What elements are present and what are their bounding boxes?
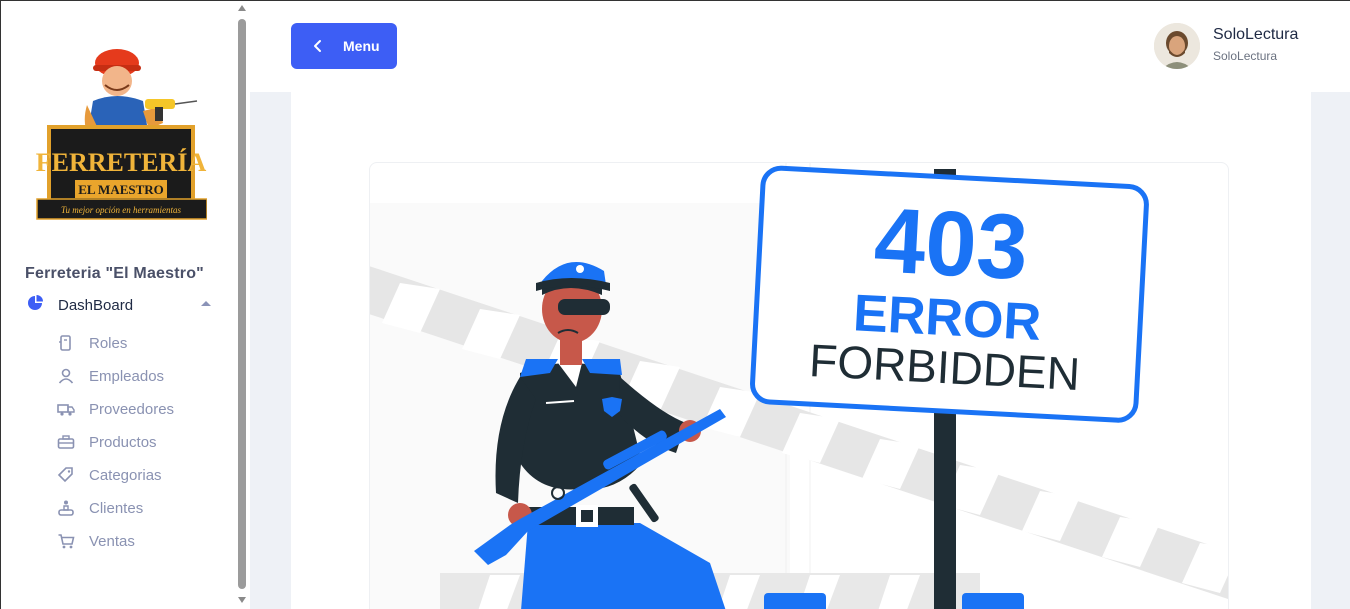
sidebar-item-label: Clientes (89, 500, 144, 517)
error-code: 403 (872, 189, 1031, 299)
top-header: Menu SoloLectura SoloLectura (250, 1, 1350, 92)
sidebar-item-roles[interactable]: Roles (57, 331, 217, 355)
sidebar-item-label: Categorias (89, 467, 162, 484)
sidebar-item-ventas[interactable]: Ventas (57, 529, 217, 553)
logo-line1: FERRETERÍA (36, 148, 207, 177)
sidebar-item-label: Proveedores (89, 401, 175, 418)
scroll-thumb[interactable] (238, 19, 246, 589)
sidebar: FERRETERÍA EL MAESTRO Tu mejor opción en… (1, 1, 250, 609)
id-card-icon (59, 335, 71, 351)
avatar[interactable] (1154, 23, 1200, 69)
pie-chart-icon (28, 295, 43, 310)
sidebar-item-label: Productos (89, 434, 157, 451)
scroll-up-arrow-icon[interactable] (238, 5, 246, 11)
menu-button-label: Menu (343, 38, 380, 54)
sidebar-item-categorias[interactable]: Categorias (57, 463, 217, 487)
avatar-image (1154, 23, 1200, 69)
sidebar-item-dashboard[interactable]: DashBoard (25, 293, 215, 317)
sidebar-item-empleados[interactable]: Empleados (57, 364, 217, 388)
user-name: SoloLectura (1213, 26, 1299, 43)
scroll-down-arrow-icon[interactable] (238, 597, 246, 603)
customer-icon (58, 500, 74, 516)
cart-icon (58, 534, 75, 549)
chevron-left-icon (314, 40, 321, 52)
truck-icon (57, 404, 75, 416)
sidebar-item-clientes[interactable]: Clientes (57, 496, 217, 520)
tag-icon (57, 467, 73, 483)
menu-button[interactable]: Menu (291, 23, 397, 69)
brand-logo: FERRETERÍA EL MAESTRO Tu mejor opción en… (36, 49, 207, 220)
toolbox-icon (57, 435, 75, 449)
caret-up-icon[interactable] (201, 301, 211, 306)
logo-line2: EL MAESTRO (78, 182, 164, 197)
sidebar-item-proveedores[interactable]: Proveedores (57, 397, 217, 421)
sidebar-item-label: Roles (89, 335, 128, 352)
error-403-illustration: 403 ERROR FORBIDDEN (370, 163, 1228, 609)
sidebar-item-label: Ventas (89, 533, 135, 550)
dashboard-label: DashBoard (58, 297, 134, 314)
user-profile[interactable]: SoloLectura SoloLectura (1154, 23, 1344, 71)
main-content: 403 ERROR FORBIDDEN (291, 92, 1311, 609)
user-role: SoloLectura (1213, 49, 1278, 63)
error-illustration-card: 403 ERROR FORBIDDEN (369, 162, 1229, 609)
sidebar-scrollbar[interactable] (234, 1, 250, 609)
sidebar-item-label: Empleados (89, 368, 165, 385)
sidebar-item-productos[interactable]: Productos (57, 430, 217, 454)
logo-tagline: Tu mejor opción en herramientas (61, 205, 181, 215)
user-icon (58, 368, 74, 384)
brand-title: Ferreteria "El Maestro" (25, 265, 204, 282)
